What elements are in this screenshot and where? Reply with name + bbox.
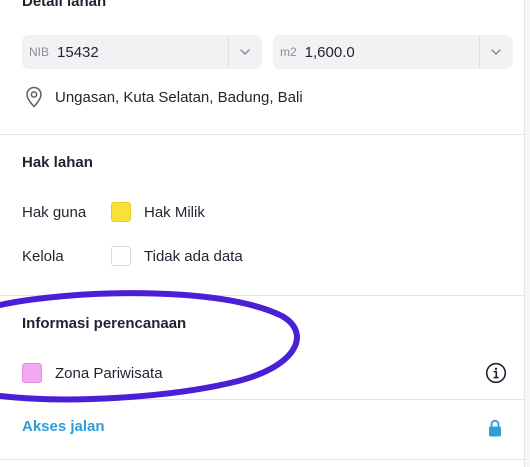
section-title-hak-lahan: Hak lahan: [22, 154, 93, 171]
map-pin-icon: [26, 86, 42, 108]
info-circle-icon[interactable]: [485, 362, 507, 384]
field-divider: [479, 35, 480, 69]
area-select[interactable]: m2 1,600.0: [273, 35, 513, 69]
nib-select[interactable]: NIB 15432: [22, 35, 262, 69]
section-divider: [0, 295, 524, 296]
chevron-down-icon[interactable]: [237, 44, 253, 60]
zona-color-swatch: [22, 363, 42, 383]
annotation-ellipse: [0, 290, 300, 403]
location-row: Ungasan, Kuta Selatan, Badung, Bali: [22, 85, 303, 109]
section-divider: [0, 459, 524, 460]
chevron-down-icon[interactable]: [488, 44, 504, 60]
lock-icon: [489, 419, 501, 437]
kelola-label: Kelola: [22, 248, 64, 265]
nib-value: 15432: [57, 43, 99, 61]
zona-label: Zona Pariwisata: [55, 365, 163, 382]
section-divider: [0, 134, 524, 135]
kelola-value: Tidak ada data: [144, 248, 243, 265]
section-divider: [0, 399, 524, 400]
akses-jalan-link[interactable]: Akses jalan: [22, 418, 105, 435]
hak-guna-label: Hak guna: [22, 204, 87, 221]
field-divider: [228, 35, 229, 69]
hak-guna-value: Hak Milik: [144, 204, 205, 221]
area-value: 1,600.0: [304, 43, 355, 61]
section-title-informasi-perencanaan: Informasi perencanaan: [22, 315, 187, 332]
hak-guna-color-swatch: [111, 202, 131, 222]
section-title-detail-lahan: Detail lahan: [22, 0, 107, 10]
location-text: Ungasan, Kuta Selatan, Badung, Bali: [55, 88, 303, 106]
nib-prefix: NIB: [29, 45, 50, 59]
area-unit-prefix: m2: [280, 45, 297, 59]
scrollbar-track[interactable]: [524, 0, 530, 467]
kelola-color-swatch: [111, 246, 131, 266]
land-detail-panel: Detail lahan NIB 15432 m2 1,600.0 Ungasa…: [0, 0, 530, 467]
